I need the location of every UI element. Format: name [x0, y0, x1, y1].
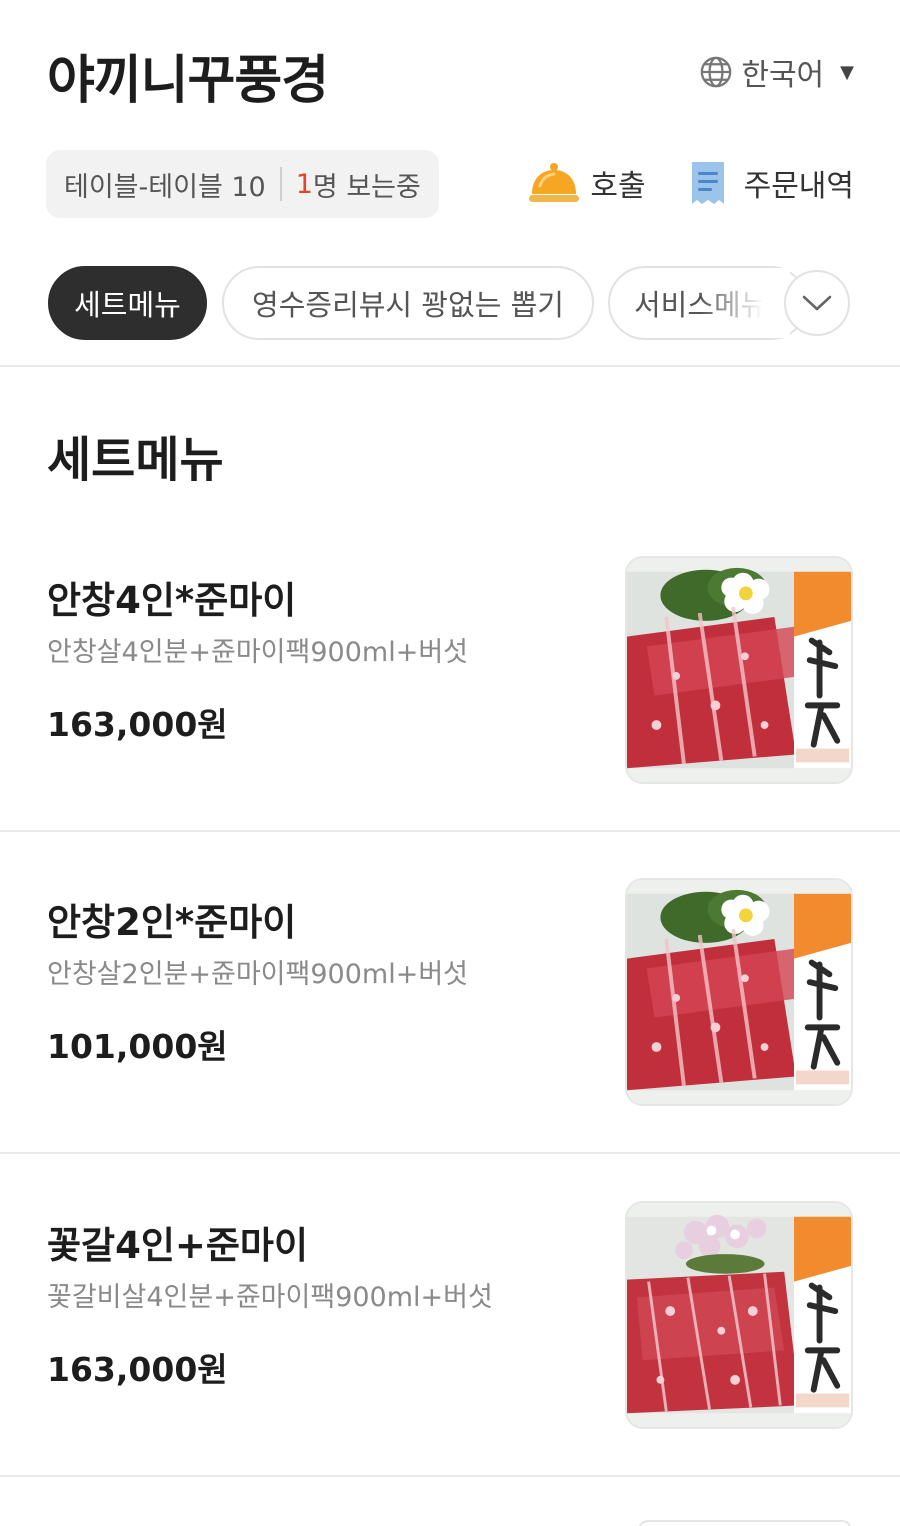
store-name: 야끼니꾸풍경	[47, 51, 329, 111]
viewer-count: 1	[295, 168, 313, 200]
item-image[interactable]	[625, 1201, 853, 1429]
call-label: 호출	[590, 169, 646, 204]
tab-set-menu[interactable]: 세트메뉴	[48, 266, 207, 340]
item-description: 안창살4인분+쥰마이팩900ml+버섯	[47, 637, 469, 668]
header: 야끼니꾸풍경 한국어 ▼	[0, 0, 900, 130]
menu-item[interactable]: 안창4인*준마이 안창살4인분+쥰마이팩900ml+버섯 163,000원	[0, 530, 900, 852]
item-image[interactable]	[625, 878, 853, 1106]
beef-platter-image	[627, 880, 851, 1104]
viewer-label: 명 보는중	[312, 171, 421, 203]
category-tabs: 세트메뉴 영수증리뷰시 꽝없는 뽑기 서비스메뉴	[0, 264, 900, 344]
orders-label: 주문내역	[743, 169, 854, 204]
table-info-badge: 테이블-테이블 10 1 명 보는중	[46, 150, 439, 218]
item-name: 안창4인*준마이	[47, 579, 297, 622]
beef-platter-image	[627, 1203, 851, 1427]
separator	[279, 167, 282, 201]
tabs-fade	[700, 268, 790, 338]
header-actions: 호출 주문내역	[528, 160, 854, 206]
divider	[0, 1475, 900, 1477]
item-image[interactable]	[625, 556, 853, 784]
item-description: 안창살2인분+쥰마이팩900ml+버섯	[47, 959, 469, 990]
item-price: 101,000원	[47, 1027, 228, 1066]
language-selector[interactable]: 한국어 ▼	[699, 50, 854, 94]
divider	[0, 365, 900, 367]
divider	[0, 830, 900, 832]
item-description: 꽃갈비살4인분+쥰마이팩900ml+버섯	[47, 1282, 493, 1313]
caret-down-icon: ▼	[840, 61, 854, 83]
menu-item[interactable]: 꽃갈4인+준마이 꽃갈비살4인분+쥰마이팩900ml+버섯 163,000원	[0, 1175, 900, 1497]
item-name: 꽃갈4인+준마이	[47, 1224, 308, 1267]
chevron-down-icon	[802, 295, 832, 311]
language-label: 한국어	[741, 58, 825, 93]
call-staff-button[interactable]: 호출	[528, 160, 646, 206]
tab-receipt-review-draw[interactable]: 영수증리뷰시 꽝없는 뽑기	[222, 266, 594, 340]
order-history-button[interactable]: 주문내역	[682, 160, 854, 206]
table-label: 테이블-테이블 10	[64, 171, 266, 203]
item-price: 163,000원	[47, 1350, 228, 1389]
expand-categories-button[interactable]	[784, 270, 850, 336]
divider	[0, 1152, 900, 1154]
item-price: 163,000원	[47, 705, 228, 744]
item-name: 안창2인*준마이	[47, 901, 297, 944]
service-bell-icon	[529, 163, 580, 202]
menu-item[interactable]: 안창2인*준마이 안창살2인분+쥰마이팩900ml+버섯 101,000원	[0, 852, 900, 1174]
globe-icon	[701, 56, 732, 88]
next-item-image-partial[interactable]	[638, 1520, 852, 1526]
section-title: 세트메뉴	[47, 432, 224, 488]
receipt-icon	[691, 162, 724, 204]
beef-platter-image	[627, 558, 851, 782]
